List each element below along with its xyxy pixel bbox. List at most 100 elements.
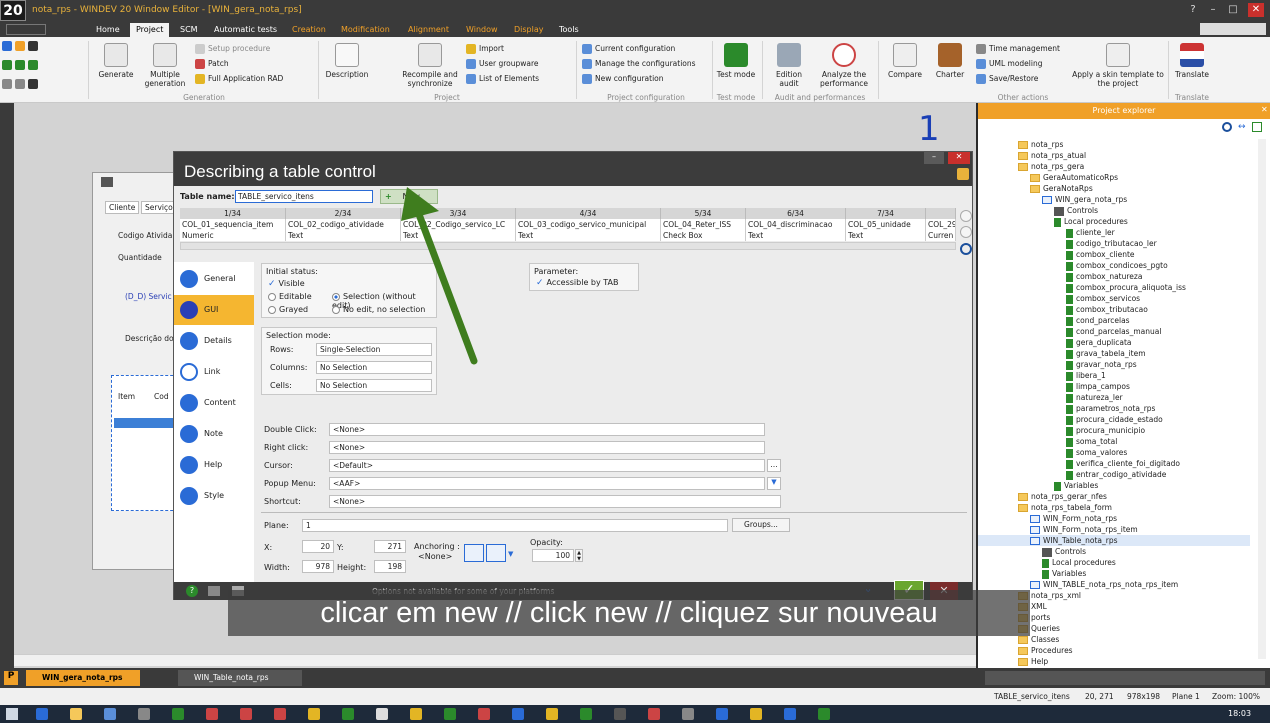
settings-icon[interactable] [208,586,220,596]
opacity-input[interactable]: 100 [532,549,574,562]
taskbar-app-icon[interactable] [36,708,48,720]
anchor-icon[interactable] [464,544,484,562]
tree-item[interactable]: nota_rps_gera [978,161,1250,172]
doc-tab-win-gera-nota-rps[interactable]: WIN_gera_nota_rps [26,670,140,686]
window-controls-small[interactable] [1200,23,1266,35]
tree-item[interactable]: WIN_Form_nota_rps_item [978,524,1250,535]
tree-item[interactable]: procura_municipio [978,425,1250,436]
project-small-icons[interactable] [376,43,396,83]
tab-scm[interactable]: SCM [174,23,204,37]
help-icon[interactable]: ? [186,585,198,597]
tab-help[interactable]: Help [174,450,254,480]
taskbar-app-icon[interactable] [444,708,456,720]
tree-item[interactable]: Local procedures [978,557,1250,568]
multiple-generation-button[interactable]: Multiple generation [142,43,188,88]
table-name-input[interactable]: TABLE_servico_itens [235,190,373,203]
view-toggle-icons[interactable] [6,24,46,35]
tab-modification[interactable]: Modification [335,23,396,37]
tree-item[interactable]: combox_condicoes_pgto [978,260,1250,271]
popup-menu-dropdown-icon[interactable]: ▼ [767,477,781,490]
tab-details[interactable]: Details [174,326,254,356]
column-name[interactable]: COL_03_codigo_servico_municipal [516,219,661,230]
tree-item[interactable]: nota_rps_tabela_form [978,502,1250,513]
lock-icon[interactable] [957,168,969,180]
tree-item[interactable]: combox_natureza [978,271,1250,282]
scroll-right-icon[interactable] [960,226,972,238]
shortcut-select[interactable]: <None> [329,495,781,508]
edition-audit-button[interactable]: Edition audit [766,43,812,88]
translate-button[interactable]: Translate [1172,43,1212,79]
column-name[interactable]: COL_29 [926,219,956,230]
tree-item[interactable]: soma_valores [978,447,1250,458]
tab-creation[interactable]: Creation [286,23,332,37]
start-icon[interactable] [6,708,18,720]
visible-checkbox[interactable]: ✓ Visible [268,279,305,289]
taskbar-app-icon[interactable] [614,708,626,720]
taskbar-app-icon[interactable] [648,708,660,720]
workspace-scrollbar[interactable] [14,654,976,666]
tab-cliente[interactable]: Cliente [105,201,140,214]
column-name[interactable]: COL_04_discriminacao [746,219,846,230]
user-groupware-button[interactable]: User groupware [466,58,539,70]
tree-item[interactable]: WIN_Form_nota_rps [978,513,1250,524]
width-input[interactable]: 978 [302,560,334,573]
tree-item[interactable]: cond_parcelas [978,315,1250,326]
taskbar-app-icon[interactable] [410,708,422,720]
tree-item[interactable]: parametros_nota_rps [978,403,1250,414]
tree-item[interactable]: GeraAutomaticoRps [978,172,1250,183]
explorer-scrollbar[interactable] [1258,139,1266,659]
column-name[interactable]: COL_02_codigo_atividade [286,219,401,230]
taskbar-app-icon[interactable] [716,708,728,720]
project-icon[interactable]: P [4,671,18,685]
analyze-performance-button[interactable]: Analyze the performance [816,43,872,88]
height-input[interactable]: 198 [374,560,406,573]
taskbar-app-icon[interactable] [206,708,218,720]
save-restore-button[interactable]: Save/Restore [976,73,1038,85]
close-icon[interactable]: ✕ [948,152,970,164]
column-type-select[interactable]: Text [516,230,661,241]
ribbon-left-icons[interactable] [2,41,82,91]
tree-item[interactable]: nota_rps [978,139,1250,150]
y-input[interactable]: 271 [374,540,406,553]
tree-item[interactable]: soma_total [978,436,1250,447]
taskbar-apps[interactable] [30,707,910,721]
plane-select[interactable]: 1 [302,519,728,532]
tree-item[interactable]: verifica_cliente_foi_digitado [978,458,1250,469]
tree-item[interactable]: combox_tributacao [978,304,1250,315]
tab-content[interactable]: Content [174,388,254,418]
column-type-select[interactable]: Curren [926,230,956,241]
tab-window[interactable]: Window [460,23,504,37]
tree-item[interactable]: procura_cidade_estado [978,414,1250,425]
accessible-tab-checkbox[interactable]: ✓ Accessible by TAB [536,278,619,288]
editable-radio[interactable]: Editable [268,292,312,301]
column-name[interactable]: COL_01_sequencia_item [180,219,286,230]
tree-item[interactable]: grava_tabela_item [978,348,1250,359]
tree-item[interactable]: Variables [978,480,1250,491]
taskbar-app-icon[interactable] [308,708,320,720]
import-button[interactable]: Import [466,43,504,55]
taskbar-app-icon[interactable] [546,708,558,720]
taskbar-app-icon[interactable] [818,708,830,720]
taskbar-app-icon[interactable] [172,708,184,720]
close-icon[interactable]: ✕ [1261,105,1268,114]
scroll-left-icon[interactable] [960,210,972,222]
opacity-spinner[interactable]: ▲ ▼ [575,549,583,562]
apply-skin-button[interactable]: Apply a skin template to the project [1072,43,1164,88]
recompile-button[interactable]: Recompile and synchronize [398,43,462,88]
tree-item[interactable]: Controls [978,546,1250,557]
column-type-select[interactable]: Numeric [180,230,286,241]
tree-item[interactable]: Help [978,656,1250,667]
tab-style[interactable]: Style [174,481,254,511]
current-configuration-button[interactable]: Current configuration [582,43,675,55]
column-type-select[interactable]: Check Box [661,230,746,241]
tree-item[interactable]: cliente_ler [978,227,1250,238]
tree-item[interactable]: nota_rps_gerar_nfes [978,491,1250,502]
anchor-preview-icon[interactable] [486,544,506,562]
taskbar-app-icon[interactable] [580,708,592,720]
tree-item[interactable]: limpa_campos [978,381,1250,392]
tree-item[interactable]: libera_1 [978,370,1250,381]
column-name[interactable]: COL_04_Reter_ISS [661,219,746,230]
tree-item[interactable]: cond_parcelas_manual [978,326,1250,337]
right-click-select[interactable]: <None> [329,441,765,454]
taskbar-app-icon[interactable] [682,708,694,720]
